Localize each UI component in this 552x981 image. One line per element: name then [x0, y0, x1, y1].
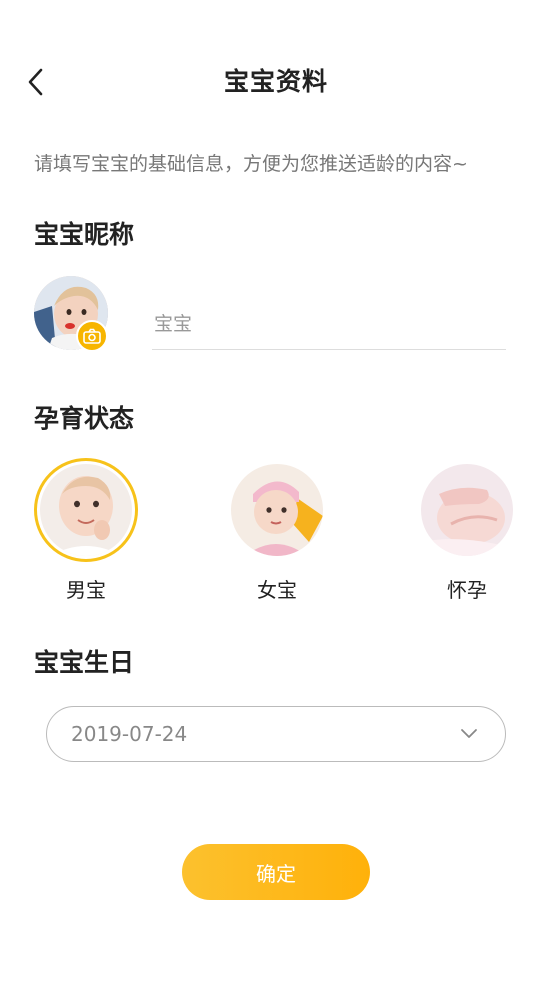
status-section-title: 孕育状态 [34, 404, 135, 433]
camera-icon [83, 328, 101, 344]
girl-baby-image [231, 464, 323, 556]
birthday-section-title: 宝宝生日 [34, 648, 135, 677]
pregnant-belly-image [421, 464, 513, 556]
birthday-select[interactable]: 2019-07-24 [46, 706, 506, 762]
boy-baby-image [40, 464, 132, 556]
chevron-down-icon [457, 722, 481, 746]
status-label-pregnant: 怀孕 [447, 578, 487, 602]
status-option-boy[interactable]: 男宝 [34, 458, 138, 604]
status-option-pregnant[interactable]: 怀孕 [415, 458, 519, 604]
status-circle-pregnant [415, 458, 519, 562]
nickname-input[interactable] [152, 298, 506, 350]
status-circle-girl [225, 458, 329, 562]
change-avatar-button[interactable] [76, 320, 108, 352]
baby-profile-page: 宝宝资料 请填写宝宝的基础信息，方便为您推送适龄的内容~ 宝宝昵称 宝宝 孕育状… [0, 0, 552, 981]
birthday-value: 2019-07-24 [71, 722, 188, 746]
nickname-row [34, 276, 506, 356]
status-option-girl[interactable]: 女宝 [225, 458, 329, 604]
nickname-section-title: 宝宝昵称 [34, 220, 135, 249]
hint-text: 请填写宝宝的基础信息，方便为您推送适龄的内容~ [34, 153, 468, 175]
header: 宝宝资料 [0, 0, 552, 160]
status-circle-boy [34, 458, 138, 562]
confirm-button[interactable]: 确定 [182, 844, 370, 900]
status-label-boy: 男宝 [66, 578, 106, 602]
page-title: 宝宝资料 [223, 67, 328, 96]
status-label-girl: 女宝 [257, 578, 297, 602]
